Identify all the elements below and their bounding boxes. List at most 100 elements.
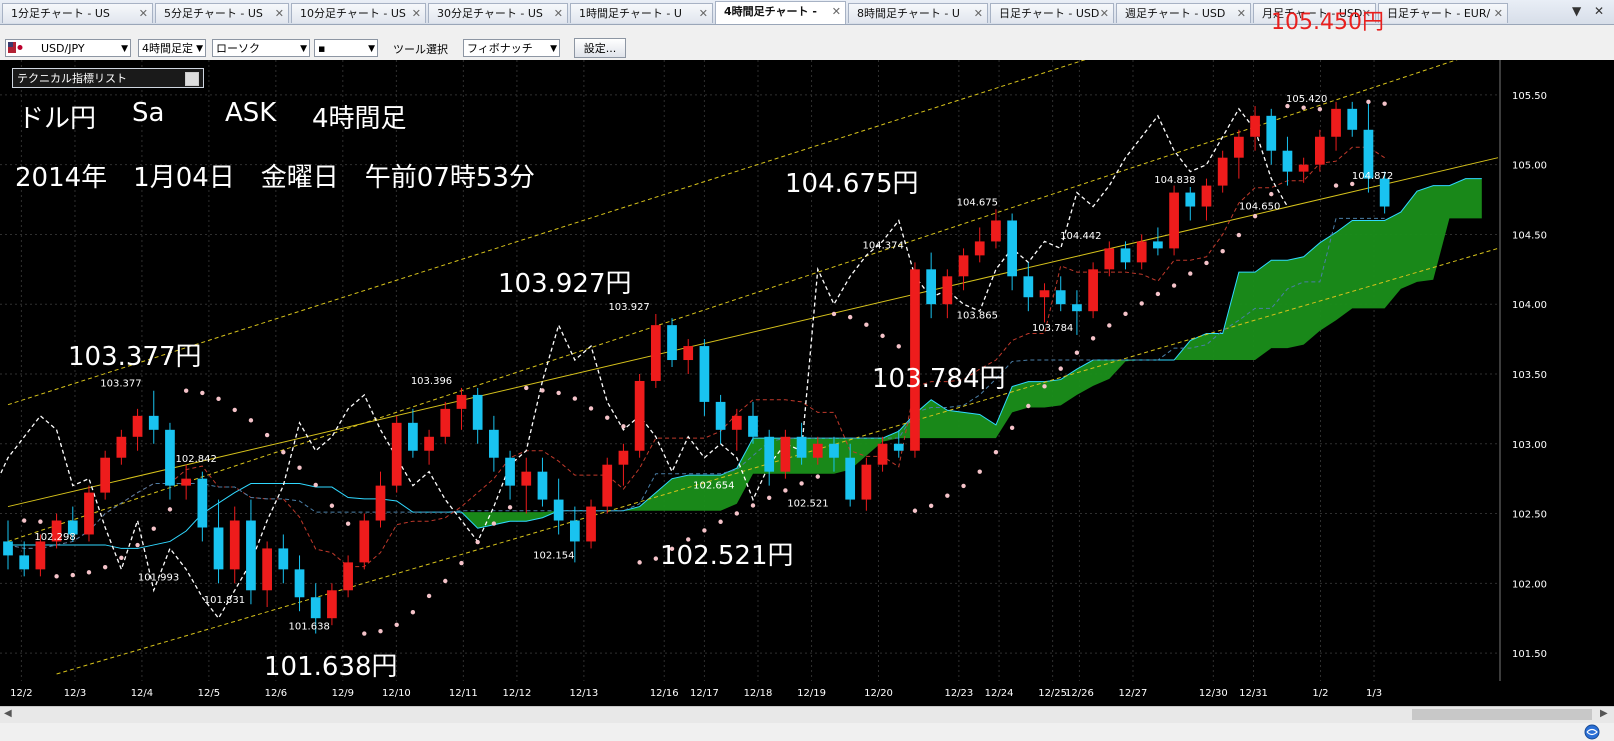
y-tick-label: 101.50 — [1512, 649, 1547, 660]
scroll-right-icon[interactable]: ▶ — [1600, 708, 1608, 719]
datetime-label: 2014年 1月04日 金曜日 午前07時53分 — [15, 163, 535, 193]
parabolic-dot — [264, 432, 270, 438]
candle-body — [683, 346, 694, 361]
candle-body — [424, 436, 434, 451]
chevron-down-icon[interactable]: ▼ — [1572, 4, 1581, 18]
horizontal-scrollbar[interactable]: ◀ ▶ — [0, 706, 1614, 723]
indicator-list-panel[interactable]: テクニカル指標リスト — [12, 68, 204, 88]
y-tick-label: 103.00 — [1512, 440, 1547, 451]
candle-body — [1007, 220, 1017, 277]
tab-label: 8時間足チャート - U — [857, 7, 960, 20]
style-select[interactable]: ▪ ▼ — [314, 39, 378, 57]
tab-3[interactable]: 10分足チャート - US ✕ — [291, 3, 426, 23]
candle-body — [262, 548, 272, 591]
x-tick-label: 12/31 — [1239, 688, 1268, 699]
tool-select[interactable]: フィボナッチ ▼ — [463, 39, 560, 57]
candle-body — [974, 241, 985, 256]
y-tick-label: 102.50 — [1512, 510, 1547, 521]
candle-body — [213, 527, 224, 570]
price-annotation: 104.838 — [1154, 175, 1195, 186]
parabolic-dot — [718, 519, 723, 524]
candle-body — [116, 436, 127, 458]
tab-9[interactable]: 週足チャート - USD ✕ — [1116, 3, 1251, 23]
parabolic-dot — [1220, 248, 1225, 254]
parabolic-dot — [1382, 101, 1387, 106]
price-annotation: 103.927 — [608, 302, 649, 313]
tab-2[interactable]: 5分足チャート - US ✕ — [155, 3, 289, 23]
candle-body — [521, 471, 532, 486]
tab-close-icon[interactable]: ✕ — [1494, 4, 1503, 23]
parabolic-dot — [426, 593, 432, 599]
parabolic-dot — [38, 519, 43, 524]
parabolic-dot — [248, 418, 254, 423]
candle-body — [991, 220, 1001, 242]
candle-body — [958, 255, 969, 277]
tab-close-icon[interactable]: ✕ — [832, 2, 841, 22]
candle-body — [440, 408, 451, 437]
tab-close-icon[interactable]: ✕ — [554, 4, 563, 23]
parabolic-dot — [1366, 99, 1371, 105]
price-annotation: 104.374 — [863, 241, 904, 252]
parabolic-dot — [410, 610, 416, 615]
tab-close-icon[interactable]: ✕ — [412, 4, 421, 23]
tab-5[interactable]: 1時間足チャート - U ✕ — [570, 3, 713, 23]
tab-6[interactable]: 4時間足チャート - ✕ — [715, 1, 846, 24]
tab-close-icon[interactable]: ✕ — [974, 4, 983, 23]
pair-select[interactable]: USD/JPY ▼ — [5, 39, 131, 57]
globe-icon[interactable] — [1584, 724, 1600, 740]
candle-body — [942, 276, 953, 305]
parabolic-dot — [362, 631, 367, 636]
candle-body — [1314, 136, 1325, 165]
minimize-icon[interactable] — [185, 72, 199, 86]
tab-close-icon[interactable]: ✕ — [1100, 4, 1109, 23]
tab-1[interactable]: 1分足チャート - US ✕ — [2, 3, 153, 23]
x-tick-label: 12/30 — [1199, 688, 1228, 699]
settings-button[interactable]: 設定... — [574, 38, 626, 58]
candle-body — [618, 450, 629, 465]
tab-7[interactable]: 8時間足チャート - U ✕ — [848, 3, 988, 23]
candle-body — [1136, 241, 1147, 263]
x-tick-label: 12/18 — [744, 688, 773, 699]
candle-body — [1217, 157, 1228, 186]
parabolic-dot — [1301, 105, 1306, 110]
candle-body — [667, 325, 677, 361]
parabolic-dot — [443, 578, 448, 584]
timeframe-select[interactable]: 4時間足定 ▼ — [138, 39, 206, 57]
candle-body — [1039, 290, 1050, 298]
price-callout: 103.927円 — [498, 269, 632, 299]
parabolic-dot — [1042, 384, 1047, 389]
tab-label: 4時間足チャート - — [724, 5, 817, 18]
parabolic-dot — [864, 322, 869, 327]
scroll-left-icon[interactable]: ◀ — [4, 708, 12, 719]
candle-body — [408, 422, 418, 451]
tab-4[interactable]: 30分足チャート - US ✕ — [428, 3, 568, 23]
tab-close-icon[interactable]: ✕ — [699, 4, 708, 23]
chart-type-select[interactable]: ローソク ▼ — [212, 39, 310, 57]
tab-11[interactable]: 日足チャート - EUR/✕ — [1378, 3, 1508, 23]
candle-body — [553, 499, 564, 521]
candle-body — [861, 464, 872, 500]
tab-8[interactable]: 日足チャート - USD ✕ — [990, 3, 1114, 23]
candle-body — [1153, 241, 1163, 249]
x-tick-label: 12/10 — [382, 688, 411, 699]
chart-type-value: ローソク — [216, 42, 260, 55]
parabolic-dot — [1155, 291, 1161, 297]
candle-body — [1088, 269, 1098, 312]
price-annotation: 103.396 — [411, 376, 452, 387]
close-icon[interactable]: ✕ — [1594, 4, 1604, 18]
status-bar — [0, 723, 1614, 741]
y-tick-label: 102.00 — [1512, 579, 1547, 590]
candle-body — [456, 394, 467, 409]
price-annotation: 101.638 — [288, 622, 329, 633]
tab-close-icon[interactable]: ✕ — [1237, 4, 1246, 23]
tab-close-icon[interactable]: ✕ — [139, 4, 148, 23]
price-callout: 102.521円 — [660, 541, 794, 571]
candle-body — [715, 401, 726, 430]
scrollbar-thumb[interactable] — [1412, 709, 1592, 720]
tab-label: 1時間足チャート - U — [579, 7, 682, 20]
title-ask: ASK — [225, 98, 277, 128]
candle-body — [3, 541, 13, 556]
tab-close-icon[interactable]: ✕ — [275, 4, 284, 23]
parabolic-dot — [345, 521, 351, 526]
parabolic-dot — [70, 572, 75, 578]
